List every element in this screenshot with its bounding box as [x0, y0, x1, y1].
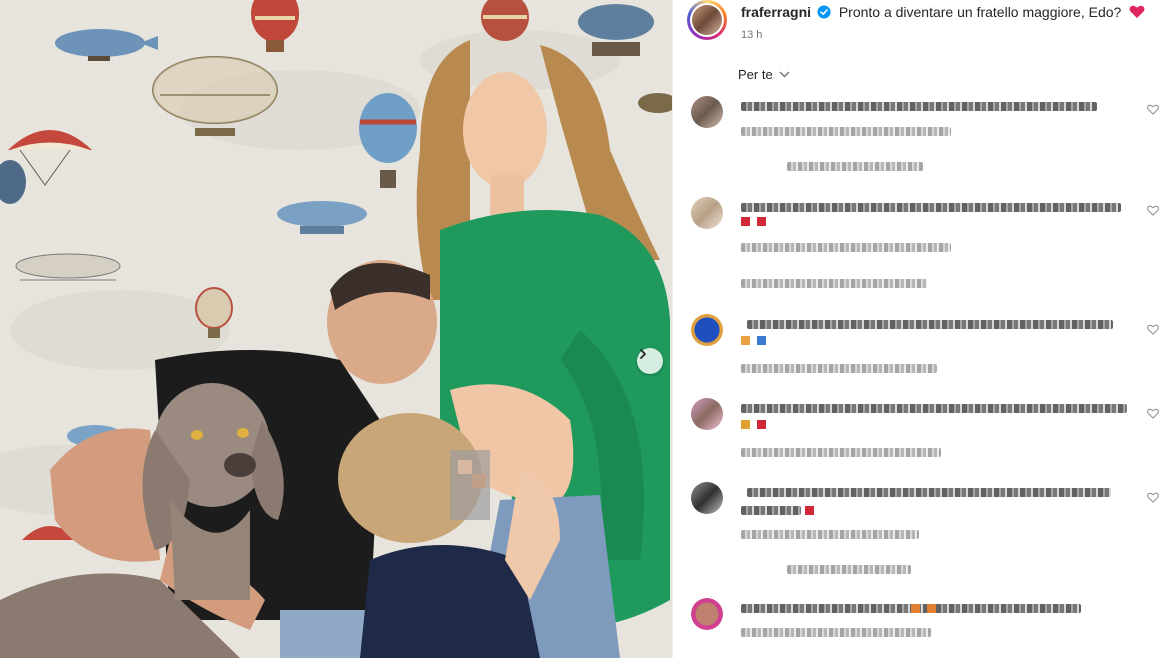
emoji: [757, 336, 766, 345]
post-timestamp: 13 h: [741, 29, 763, 41]
pixelated-comment-text: [747, 488, 1111, 497]
avatar-photo: [692, 5, 722, 35]
post-header: fraferragni Pronto a diventare un fratel…: [687, 0, 1157, 48]
pixelated-comment-meta: [741, 127, 951, 136]
heart-outline-icon[interactable]: [1147, 324, 1159, 335]
pixelated-view-replies[interactable]: [741, 279, 927, 288]
comments-sort-dropdown[interactable]: Per te: [738, 67, 790, 82]
comment-item: [691, 314, 1161, 380]
heart-outline-icon[interactable]: [1147, 408, 1159, 419]
commenter-avatar[interactable]: [691, 197, 723, 229]
comment-item: [691, 482, 1161, 578]
pixelated-comment-text: [741, 203, 1121, 212]
emoji: [741, 336, 750, 345]
emoji: [911, 604, 920, 613]
comment-item: [691, 598, 1161, 658]
commenter-avatar[interactable]: [691, 96, 723, 128]
chevron-right-icon: [640, 349, 646, 359]
pixelated-comment-text: [741, 102, 1097, 111]
emoji: [927, 604, 936, 613]
red-heart-emoji: [741, 217, 750, 226]
sort-label: Per te: [738, 67, 773, 82]
pixelated-comment-text: [741, 404, 1127, 413]
pixelated-comment-text: [747, 320, 1113, 329]
pixelated-view-replies[interactable]: [787, 162, 923, 171]
heart-outline-icon[interactable]: [1147, 492, 1159, 503]
author-username[interactable]: fraferragni: [741, 4, 811, 20]
comment-item: [691, 398, 1161, 464]
pixelated-comment-meta: [741, 364, 937, 373]
red-heart-emoji: [805, 506, 814, 515]
photo-illustration: [0, 0, 672, 658]
commenter-avatar[interactable]: [691, 314, 723, 346]
pixelated-comment-meta: [741, 243, 951, 252]
post-caption: fraferragni Pronto a diventare un fratel…: [741, 4, 1145, 20]
commenter-avatar[interactable]: [691, 482, 723, 514]
next-photo-button[interactable]: [637, 348, 663, 374]
pixelated-comment-meta: [741, 448, 941, 457]
pixelated-view-replies[interactable]: [787, 565, 911, 574]
pixelated-comment-meta: [741, 530, 919, 539]
author-avatar[interactable]: [687, 0, 727, 40]
comment-item: [691, 197, 1161, 292]
post-photo[interactable]: [0, 0, 672, 658]
commenter-avatar[interactable]: [691, 398, 723, 430]
emoji: [741, 420, 750, 429]
red-heart-emoji: [1129, 5, 1145, 18]
comment-item: [691, 96, 1161, 176]
pixelated-comment-text: [741, 506, 801, 515]
red-heart-emoji: [757, 217, 766, 226]
caption-text: Pronto a diventare un fratello maggiore,…: [838, 4, 1122, 20]
post-side-panel: fraferragni Pronto a diventare un fratel…: [672, 0, 1171, 658]
heart-outline-icon[interactable]: [1147, 104, 1159, 115]
verified-badge-icon: [817, 5, 831, 19]
pixelated-comment-meta: [741, 628, 931, 637]
red-heart-emoji: [757, 420, 766, 429]
heart-outline-icon[interactable]: [1147, 205, 1159, 216]
commenter-avatar[interactable]: [691, 598, 723, 630]
chevron-down-icon: [779, 71, 790, 78]
